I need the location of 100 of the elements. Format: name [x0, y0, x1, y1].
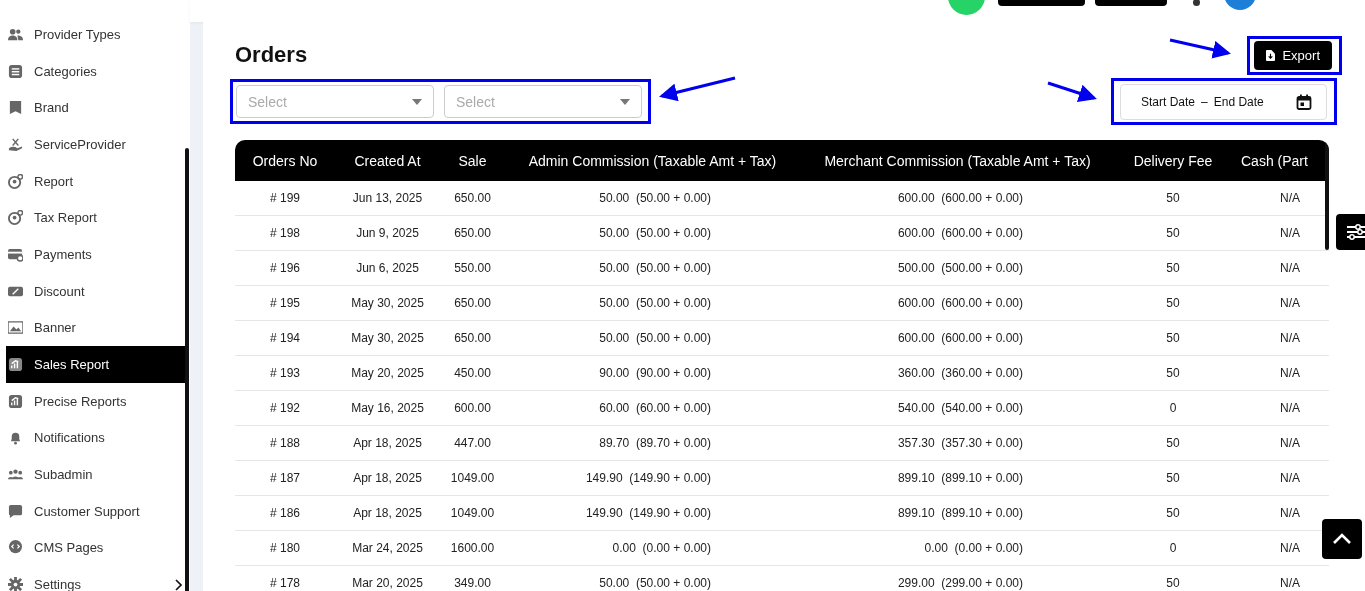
- table-cell: 50: [1166, 296, 1180, 310]
- table-cell: 50: [1166, 436, 1180, 450]
- table-cell: May 20, 2025: [351, 366, 424, 380]
- table-cell: # 198: [270, 226, 300, 240]
- card-icon: [8, 246, 23, 262]
- table-cell: 600.00 (600.00 + 0.00): [897, 226, 1023, 240]
- table-cell: 50.00 (50.00 + 0.00): [599, 226, 711, 240]
- table-cell: 650.00: [454, 296, 491, 310]
- table-cell: 540.00 (540.00 + 0.00): [897, 401, 1023, 415]
- table-cell: 0: [1169, 541, 1177, 555]
- table-cell: 50: [1166, 331, 1180, 345]
- sidebar-item[interactable]: Precise Reports: [6, 382, 186, 420]
- caret-icon: [412, 98, 422, 105]
- column-header: Sale: [458, 152, 487, 169]
- table-cell: 1600.00: [450, 541, 495, 555]
- table-cell: Apr 18, 2025: [353, 436, 422, 450]
- hand-icon: [8, 136, 23, 152]
- table-cell: 0.00 (0.00 + 0.00): [924, 541, 1023, 555]
- table-cell: N/A: [1280, 506, 1300, 520]
- sidebar-item[interactable]: Categories: [6, 52, 186, 90]
- table-cell: 50.00 (50.00 + 0.00): [599, 576, 711, 590]
- table-cell: 50: [1166, 226, 1180, 240]
- table-cell: 149.90 (149.90 + 0.00): [585, 471, 711, 485]
- page-title: Orders: [235, 42, 308, 68]
- sidebar-item[interactable]: Tax Report: [6, 199, 186, 237]
- table-cell: 50.00 (50.00 + 0.00): [599, 191, 711, 205]
- table-cell: 89.70 (89.70 + 0.00): [599, 436, 711, 450]
- scroll-to-top-button[interactable]: [1322, 519, 1362, 559]
- table-cell: # 193: [270, 366, 300, 380]
- chart-icon: [8, 393, 23, 409]
- table-cell: 50: [1166, 576, 1180, 590]
- table-cell: 650.00: [454, 331, 491, 345]
- table-cell: 450.00: [454, 366, 491, 380]
- table-cell: N/A: [1280, 436, 1300, 450]
- table-cell: N/A: [1280, 296, 1300, 310]
- table-cell: 50.00 (50.00 + 0.00): [599, 296, 711, 310]
- table-cell: N/A: [1280, 576, 1300, 590]
- table-cell: 600.00 (600.00 + 0.00): [897, 191, 1023, 205]
- table-cell: 0.00 (0.00 + 0.00): [612, 541, 711, 555]
- table-cell: Jun 6, 2025: [356, 261, 419, 275]
- sidebar-item[interactable]: Discount: [6, 272, 186, 310]
- filter-settings-button[interactable]: [1336, 214, 1365, 250]
- sidebar-item[interactable]: Subadmin: [6, 456, 186, 493]
- sidebar-item[interactable]: Brand: [6, 89, 186, 127]
- annotation-arrow: [1047, 81, 1097, 102]
- date-range-field[interactable]: Start Date – End Date: [1120, 84, 1327, 120]
- table-cell: Mar 24, 2025: [352, 541, 423, 555]
- table-cell: 50: [1166, 191, 1180, 205]
- table-cell: 600.00 (600.00 + 0.00): [897, 331, 1023, 345]
- table-cell: 50.00 (50.00 + 0.00): [599, 331, 711, 345]
- image-icon: [8, 320, 23, 336]
- table-cell: 50: [1166, 471, 1180, 485]
- table-cell: May 16, 2025: [351, 401, 424, 415]
- table-cell: May 30, 2025: [351, 296, 424, 310]
- table-cell: Jun 9, 2025: [356, 226, 419, 240]
- table-cell: N/A: [1280, 226, 1300, 240]
- table-cell: 550.00: [454, 261, 491, 275]
- caret-icon: [620, 98, 630, 105]
- table-cell: 299.00 (299.00 + 0.00): [897, 576, 1023, 590]
- table-cell: # 196: [270, 261, 300, 275]
- sidebar-item[interactable]: ServiceProvider: [6, 126, 186, 163]
- column-header: Delivery Fee: [1133, 152, 1213, 169]
- table-cell: 899.10 (899.10 + 0.00): [897, 506, 1023, 520]
- table-cell: 50.00 (50.00 + 0.00): [599, 261, 711, 275]
- table-cell: N/A: [1280, 331, 1300, 345]
- sidebar-item[interactable]: Sales Report: [6, 346, 186, 383]
- sidebar-item[interactable]: Settings: [6, 566, 186, 591]
- sidebar-item[interactable]: Report: [6, 162, 186, 200]
- column-header: Merchant Commission (Taxable Amt + Tax): [824, 152, 1091, 169]
- scrollbar[interactable]: [185, 148, 189, 591]
- column-header: Cash (Part: [1241, 152, 1308, 169]
- table-cell: N/A: [1280, 366, 1300, 380]
- table-cell: N/A: [1280, 261, 1300, 275]
- table-cell: N/A: [1280, 471, 1300, 485]
- sidebar-item[interactable]: Provider Types: [6, 16, 186, 53]
- table-cell: # 195: [270, 296, 300, 310]
- sidebar-item[interactable]: CMS Pages: [6, 529, 186, 567]
- table-cell: 1049.00: [450, 471, 495, 485]
- sidebar-item[interactable]: Customer Support: [6, 492, 186, 530]
- table-cell: 50: [1166, 261, 1180, 275]
- table-cell: # 180: [270, 541, 300, 555]
- sidebar-item[interactable]: Notifications: [6, 419, 186, 457]
- bell-icon: [8, 430, 23, 446]
- table-cell: N/A: [1280, 541, 1300, 555]
- table-cell: May 30, 2025: [351, 331, 424, 345]
- sidebar-item[interactable]: Banner: [6, 309, 186, 347]
- table-cell: 149.90 (149.90 + 0.00): [585, 506, 711, 520]
- sidebar-item[interactable]: Payments: [6, 236, 186, 273]
- file-download-icon: [1266, 49, 1276, 61]
- scrollbar[interactable]: [1325, 140, 1329, 250]
- table-cell: 60.00 (60.00 + 0.00): [599, 401, 711, 415]
- table-cell: # 178: [270, 576, 300, 590]
- table-cell: # 194: [270, 331, 300, 345]
- table-cell: N/A: [1280, 191, 1300, 205]
- table-cell: # 199: [270, 191, 300, 205]
- table-cell: # 186: [270, 506, 300, 520]
- table-cell: 50: [1166, 366, 1180, 380]
- export-button[interactable]: Export: [1254, 40, 1332, 70]
- list-icon: [8, 63, 23, 79]
- table-cell: Apr 18, 2025: [353, 471, 422, 485]
